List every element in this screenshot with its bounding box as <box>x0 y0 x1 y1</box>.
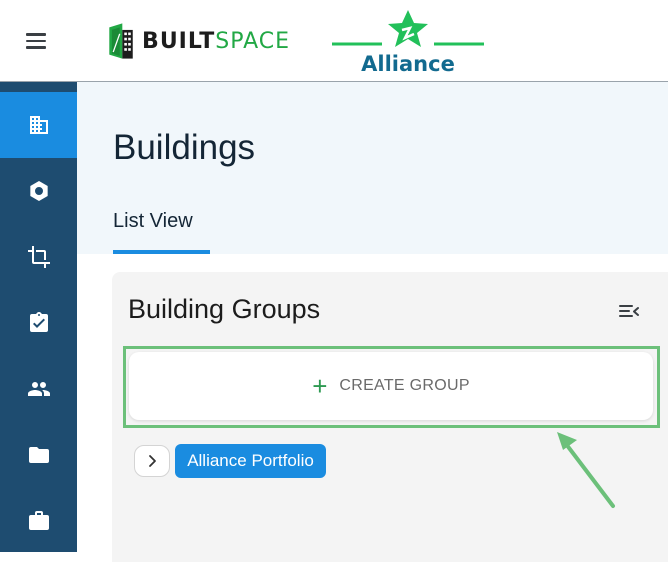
sidebar-item-assets[interactable] <box>0 158 77 224</box>
alliance-star-icon <box>332 10 484 47</box>
tab-list-view[interactable]: List View <box>113 210 210 254</box>
chevron-right-icon <box>149 455 156 467</box>
sidebar-item-spaces[interactable] <box>0 224 77 290</box>
people-icon <box>27 382 50 396</box>
collapse-panel-button[interactable] <box>617 300 641 324</box>
sidebar-nav <box>0 82 77 552</box>
menu-collapse-icon <box>619 305 639 317</box>
create-group-label: CREATE GROUP <box>339 377 470 394</box>
menu-button[interactable] <box>16 24 56 58</box>
sidebar-item-tasks[interactable] <box>0 290 77 356</box>
alliance-logo: Alliance <box>330 8 486 78</box>
page-header: Buildings List View <box>77 82 668 254</box>
briefcase-icon <box>28 511 49 530</box>
group-item-alliance-portfolio[interactable]: Alliance Portfolio <box>175 444 326 478</box>
brand-text-built: BUILT <box>142 28 216 54</box>
sidebar-item-documents[interactable] <box>0 422 77 488</box>
building-groups-panel: Building Groups + CREATE GROUP Alliance … <box>112 272 668 562</box>
folder-icon <box>28 447 49 463</box>
sidebar-item-buildings[interactable] <box>0 92 77 158</box>
crop-icon <box>27 246 50 268</box>
builtspace-logo[interactable]: BUILT SPACE <box>108 14 290 68</box>
expand-group-button[interactable] <box>134 445 170 477</box>
create-group-button[interactable]: + CREATE GROUP <box>129 352 653 420</box>
brand-text-space: SPACE <box>215 28 290 54</box>
tab-label: List View <box>113 210 193 232</box>
hexagon-icon <box>29 181 48 201</box>
clipboard-check-icon <box>29 312 48 332</box>
panel-title: Building Groups <box>128 294 321 324</box>
active-tab-indicator <box>113 250 210 254</box>
sidebar-item-people[interactable] <box>0 356 77 422</box>
buildings-icon <box>29 116 48 134</box>
page-title: Buildings <box>113 128 256 167</box>
annotation-arrow-icon <box>557 432 615 508</box>
plus-icon: + <box>312 371 328 401</box>
app-header: BUILT SPACE Alliance <box>0 0 668 82</box>
builtspace-building-icon <box>109 23 133 59</box>
alliance-wordmark: Alliance <box>361 52 455 76</box>
sidebar-item-work[interactable] <box>0 488 77 554</box>
hamburger-menu-icon <box>26 33 46 36</box>
